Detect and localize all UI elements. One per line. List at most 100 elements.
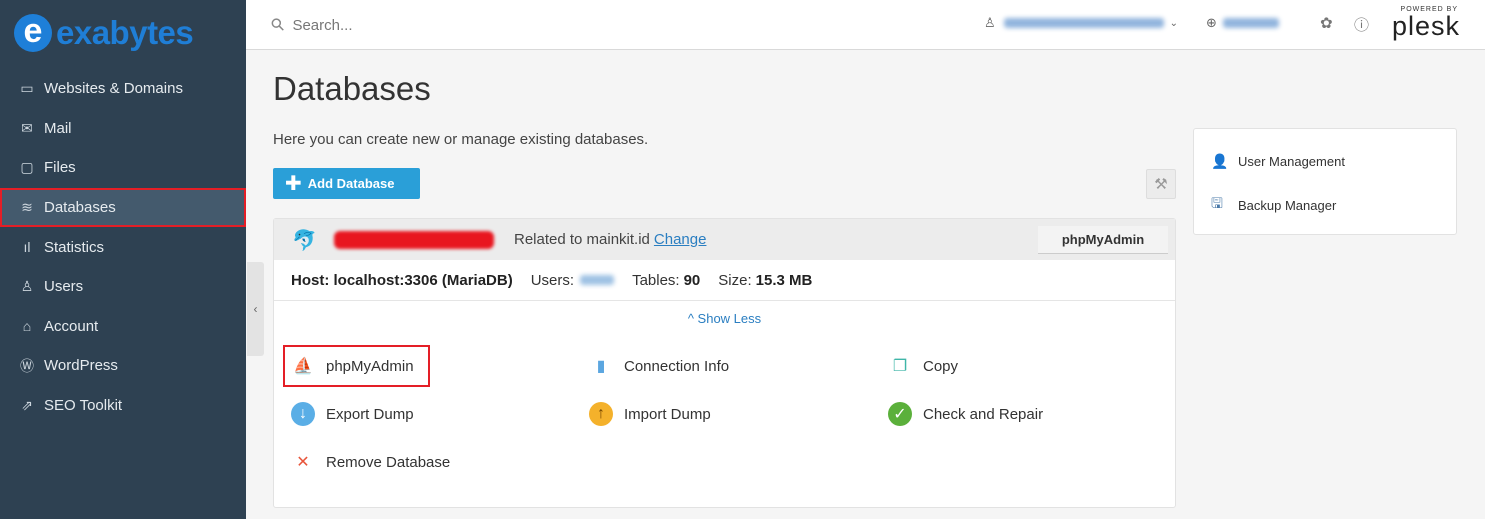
mail-icon: ✉ bbox=[21, 119, 33, 136]
phpmyadmin-action[interactable]: ⛵ phpMyAdmin bbox=[283, 345, 430, 387]
connection-info-label: Connection Info bbox=[624, 357, 730, 375]
copy-icon: ❐ bbox=[892, 358, 908, 375]
user-management-link[interactable]: 👤 User Management bbox=[1211, 153, 1345, 170]
add-database-label: Add Database bbox=[307, 176, 395, 191]
username-redacted bbox=[1003, 18, 1164, 28]
users-label: Users: bbox=[530, 271, 575, 289]
mysql-dolphin-icon: 🐬 bbox=[292, 230, 317, 252]
wordpress-icon: Ⓦ bbox=[20, 357, 34, 374]
export-download-icon: ↓ bbox=[291, 402, 315, 426]
phpmyadmin-header-button[interactable]: phpMyAdmin bbox=[1038, 226, 1168, 254]
copy-action[interactable]: ❐ Copy bbox=[888, 347, 958, 385]
database-card: 🐬 Related to mainkit.id Change phpMyAdmin… bbox=[273, 218, 1176, 508]
sidebar-item-users[interactable]: ♙ Users bbox=[0, 267, 246, 307]
sidebar-item-statistics[interactable]: ıl Statistics bbox=[0, 227, 246, 267]
sidebar-item-label: Account bbox=[44, 317, 99, 335]
sidebar-item-mail[interactable]: ✉ Mail bbox=[0, 109, 246, 149]
database-icon: ≋ bbox=[21, 199, 33, 216]
sidebar-nav: ▭ Websites & Domains ✉ Mail ▢ Files ≋ Da… bbox=[0, 69, 246, 425]
show-less-link[interactable]: ^ Show Less bbox=[274, 311, 1175, 326]
logo-mark: e bbox=[14, 14, 52, 52]
monitor-icon: ▭ bbox=[20, 80, 34, 97]
sidebar-item-label: Files bbox=[44, 159, 76, 177]
plus-icon: ✚ bbox=[285, 172, 302, 195]
sidebar-item-label: SEO Toolkit bbox=[44, 397, 123, 415]
account-icon: ⌂ bbox=[22, 318, 32, 335]
export-dump-action[interactable]: ↓ Export Dump bbox=[291, 395, 414, 433]
database-info-row: Host: localhost:3306 (MariaDB) Users: Ta… bbox=[274, 260, 1175, 301]
database-name-redacted bbox=[334, 231, 494, 249]
size-label: Size: bbox=[718, 271, 752, 289]
import-upload-icon: ↑ bbox=[589, 402, 613, 426]
phpmyadmin-action-label: phpMyAdmin bbox=[326, 357, 414, 375]
sidebar-item-label: Databases bbox=[44, 199, 116, 217]
sidebar-item-account[interactable]: ⌂ Account bbox=[0, 307, 246, 347]
connection-info-action[interactable]: ▮ Connection Info bbox=[589, 347, 729, 385]
user-menu[interactable]: ♙ ⌄ bbox=[984, 15, 1178, 31]
add-database-button[interactable]: ✚ Add Database bbox=[273, 168, 420, 199]
search-box[interactable]: ⚲ Search... bbox=[267, 12, 572, 38]
size-value: 15.3 MB bbox=[755, 271, 813, 289]
database-card-header: 🐬 Related to mainkit.id Change phpMyAdmin bbox=[274, 219, 1175, 260]
sidebar-item-wordpress[interactable]: Ⓦ WordPress bbox=[0, 346, 246, 386]
globe-icon: ⊕ bbox=[1206, 15, 1217, 30]
exabytes-logo[interactable]: e exabytes bbox=[0, 0, 246, 66]
users-redacted[interactable] bbox=[580, 275, 615, 285]
folder-icon: ▢ bbox=[20, 159, 34, 176]
subscription-menu[interactable]: ⊕ bbox=[1206, 15, 1279, 31]
tables-value: 90 bbox=[683, 271, 701, 289]
connection-info-icon: ▮ bbox=[596, 358, 606, 375]
check-repair-action[interactable]: ✓ Check and Repair bbox=[888, 395, 1043, 433]
logo-text: exabytes bbox=[56, 14, 194, 51]
sidebar-item-files[interactable]: ▢ Files bbox=[0, 148, 246, 188]
remove-database-label: Remove Database bbox=[326, 453, 451, 471]
copy-label: Copy bbox=[923, 357, 959, 375]
search-icon: ⚲ bbox=[266, 13, 289, 36]
tables-label: Tables: bbox=[632, 271, 680, 289]
subscription-redacted bbox=[1222, 18, 1279, 28]
change-link[interactable]: Change bbox=[654, 231, 707, 248]
check-icon: ✓ bbox=[888, 402, 912, 426]
host-label: Host: localhost:3306 (MariaDB) bbox=[291, 271, 513, 289]
extensions-icon[interactable]: ✿ bbox=[1320, 14, 1333, 32]
plesk-logo: POWERED BY plesk bbox=[1392, 6, 1461, 41]
sidebar-item-label: Users bbox=[44, 278, 84, 296]
phpmyadmin-sail-icon: ⛵ bbox=[293, 358, 313, 375]
help-icon[interactable]: ⓘ bbox=[1354, 14, 1369, 35]
sidebar-item-databases[interactable]: ≋ Databases bbox=[0, 187, 246, 228]
remove-database-action[interactable]: ✕ Remove Database bbox=[291, 443, 450, 481]
user-management-icon: 👤 bbox=[1211, 153, 1229, 169]
user-icon: ♙ bbox=[984, 15, 996, 30]
page-title: Databases bbox=[273, 70, 431, 107]
user-management-label: User Management bbox=[1238, 154, 1345, 169]
side-panel: 👤 User Management 🖫 Backup Manager bbox=[1193, 128, 1457, 235]
statistics-icon: ıl bbox=[23, 239, 31, 256]
seo-icon: ⇗ bbox=[21, 397, 33, 414]
backup-manager-label: Backup Manager bbox=[1238, 197, 1337, 213]
related-domain-text: Related to mainkit.id bbox=[514, 231, 650, 248]
backup-manager-icon: 🖫 bbox=[1211, 195, 1223, 211]
remove-x-icon: ✕ bbox=[296, 454, 310, 471]
backup-manager-link[interactable]: 🖫 Backup Manager bbox=[1211, 193, 1336, 217]
import-dump-label: Import Dump bbox=[624, 405, 711, 423]
plesk-wordmark: plesk bbox=[1392, 11, 1461, 41]
search-input[interactable]: Search... bbox=[292, 17, 352, 34]
chevron-down-icon: ⌄ bbox=[1169, 17, 1179, 29]
import-dump-action[interactable]: ↑ Import Dump bbox=[589, 395, 711, 433]
user-icon: ♙ bbox=[20, 278, 34, 295]
topbar: ⚲ Search... ♙ ⌄ ⊕ ✿ ⓘ POWERED BY plesk bbox=[246, 0, 1485, 50]
sidebar-collapse-button[interactable]: ‹ bbox=[247, 262, 264, 356]
related-domain: Related to mainkit.id Change bbox=[514, 231, 706, 248]
sidebar-item-seo-toolkit[interactable]: ⇗ SEO Toolkit bbox=[0, 386, 246, 426]
wrench-icon: ⚒ bbox=[1154, 176, 1168, 193]
wrench-settings-button[interactable]: ⚒ bbox=[1146, 169, 1176, 199]
sidebar-item-label: WordPress bbox=[44, 357, 118, 375]
sidebar-item-label: Mail bbox=[44, 119, 72, 137]
sidebar-item-label: Websites & Domains bbox=[44, 80, 183, 98]
page-intro: Here you can create new or manage existi… bbox=[273, 131, 649, 148]
sidebar-item-websites-domains[interactable]: ▭ Websites & Domains bbox=[0, 69, 246, 109]
check-repair-label: Check and Repair bbox=[923, 405, 1044, 423]
sidebar-item-label: Statistics bbox=[44, 238, 105, 256]
export-dump-label: Export Dump bbox=[326, 405, 414, 423]
sidebar: e exabytes ▭ Websites & Domains ✉ Mail ▢… bbox=[0, 0, 246, 519]
